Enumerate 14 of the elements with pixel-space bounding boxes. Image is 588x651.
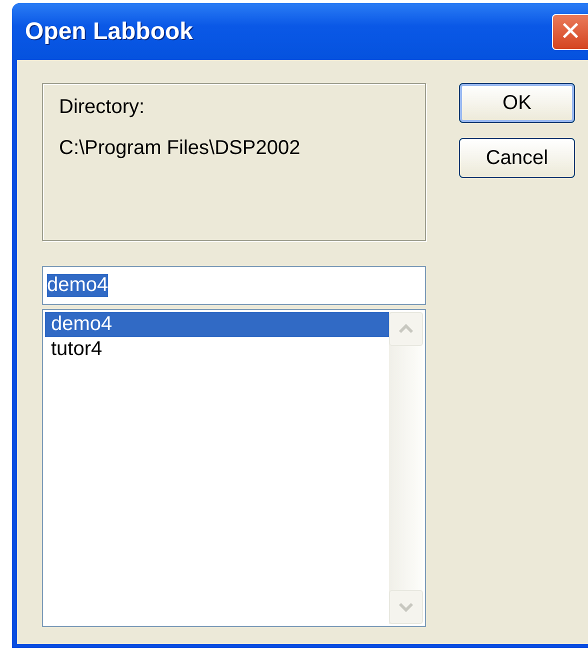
close-button[interactable]: ✕: [552, 14, 588, 50]
field-value: demo4: [47, 274, 108, 297]
chevron-down-icon: [398, 602, 414, 612]
ok-button[interactable]: OK: [459, 83, 575, 123]
window-title: Open Labbook: [25, 18, 193, 46]
scroll-up-button[interactable]: [389, 312, 423, 346]
scroll-down-button[interactable]: [389, 590, 423, 624]
directory-label: Directory:: [59, 96, 146, 119]
chevron-up-icon: [398, 324, 414, 334]
cancel-button[interactable]: Cancel: [459, 138, 575, 178]
directory-path: C:\Program Files\DSP2002: [59, 137, 302, 160]
list-item[interactable]: demo4: [45, 312, 389, 337]
list-item[interactable]: tutor4: [45, 337, 389, 362]
name-field[interactable]: demo4: [42, 266, 426, 305]
